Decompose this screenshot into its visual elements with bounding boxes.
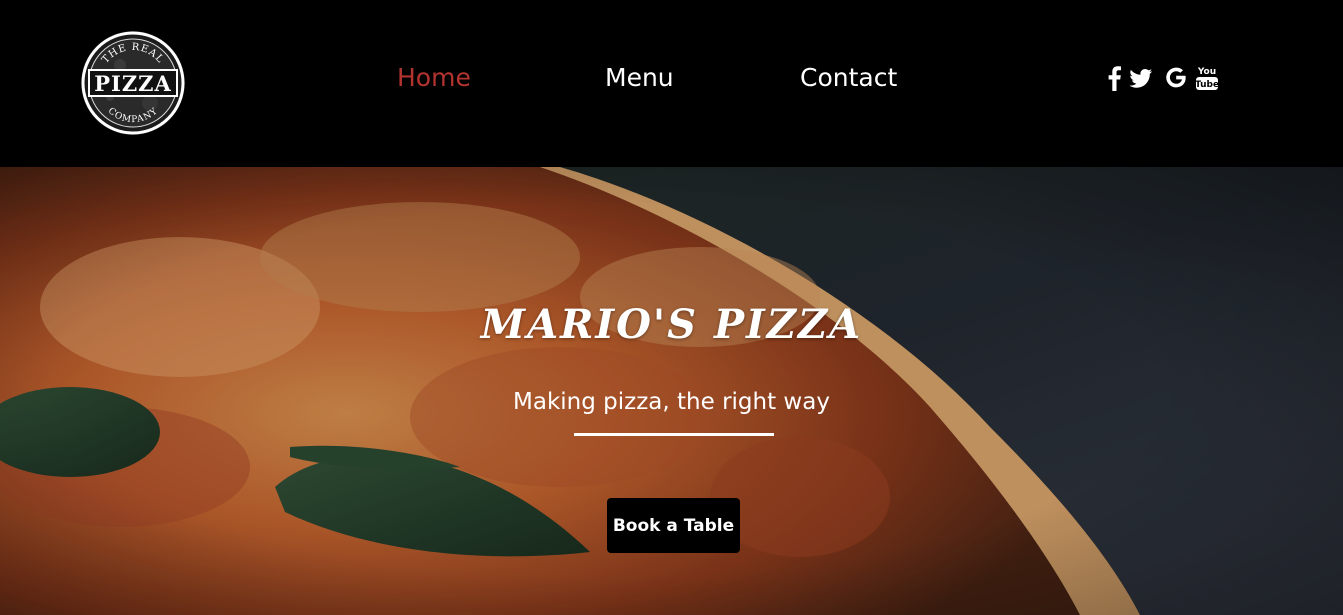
site-header: THE REAL PIZZA COMPANY Home Menu Contact…	[0, 0, 1343, 167]
facebook-icon[interactable]	[1104, 64, 1124, 92]
book-a-table-button[interactable]: Book a Table	[607, 498, 740, 553]
youtube-icon-bottom-text: Tube	[1195, 80, 1219, 90]
hero-title: MARIO'S PIZZA	[480, 301, 863, 348]
youtube-icon-top-text: You	[1197, 67, 1216, 77]
pizza-company-logo[interactable]: THE REAL PIZZA COMPANY	[80, 25, 186, 141]
youtube-icon[interactable]: You Tube	[1195, 64, 1219, 92]
nav-menu-link[interactable]: Menu	[605, 61, 674, 95]
nav-home-link[interactable]: Home	[397, 61, 471, 95]
hero-subtitle: Making pizza, the right way	[513, 389, 830, 415]
nav-contact-link[interactable]: Contact	[800, 61, 897, 95]
twitter-icon[interactable]	[1128, 64, 1154, 92]
hero-divider	[574, 433, 774, 436]
google-icon[interactable]	[1164, 64, 1188, 92]
logo-main-text: PIZZA	[94, 71, 172, 96]
logo-badge: THE REAL PIZZA COMPANY	[81, 31, 185, 135]
hero-banner: MARIO'S PIZZA Making pizza, the right wa…	[0, 167, 1343, 615]
